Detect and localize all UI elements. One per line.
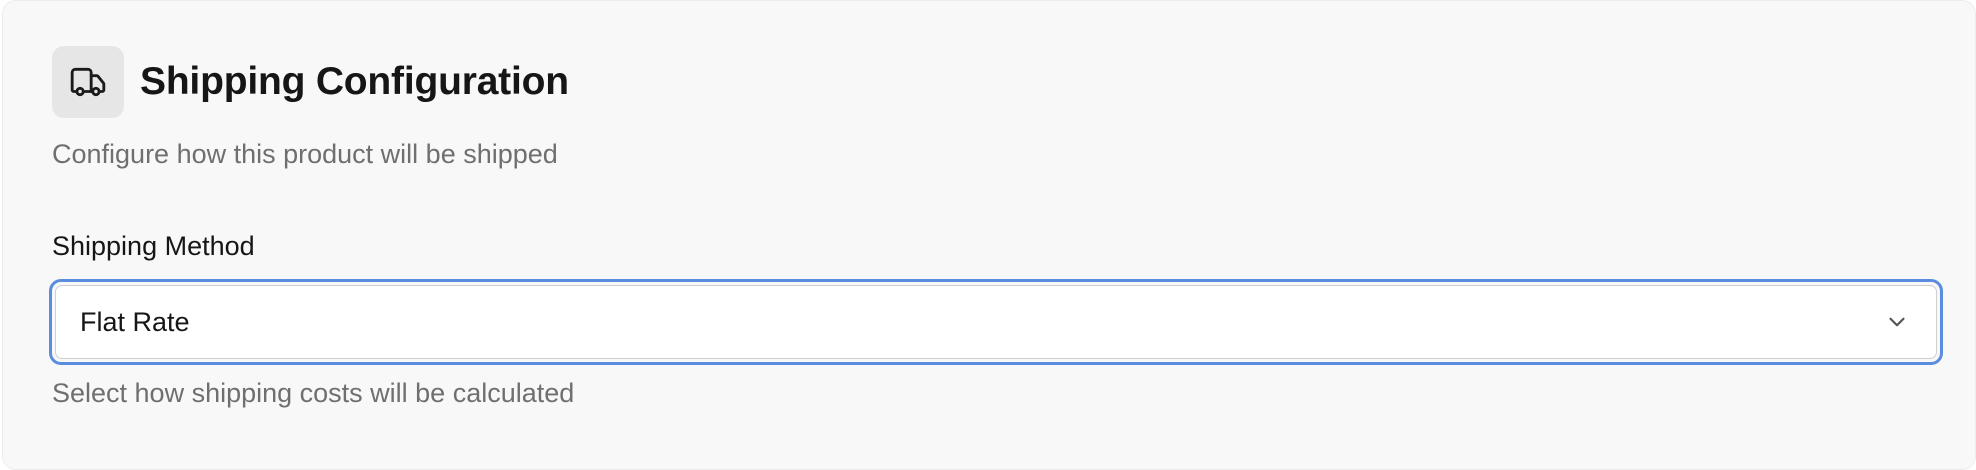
truck-icon-container [52, 46, 124, 118]
truck-icon [70, 67, 106, 97]
shipping-method-select[interactable]: Flat Rate [55, 285, 1937, 359]
section-header: Shipping Configuration [52, 46, 569, 118]
chevron-down-icon [1884, 309, 1910, 335]
section-title: Shipping Configuration [140, 60, 569, 103]
shipping-method-selected-value: Flat Rate [80, 306, 190, 337]
shipping-method-label: Shipping Method [52, 231, 255, 261]
shipping-method-focus-ring: Flat Rate [49, 279, 1943, 365]
shipping-config-card: Shipping Configuration Configure how thi… [2, 0, 1976, 470]
section-subtitle: Configure how this product will be shipp… [52, 139, 558, 169]
shipping-method-help-text: Select how shipping costs will be calcul… [52, 378, 575, 408]
